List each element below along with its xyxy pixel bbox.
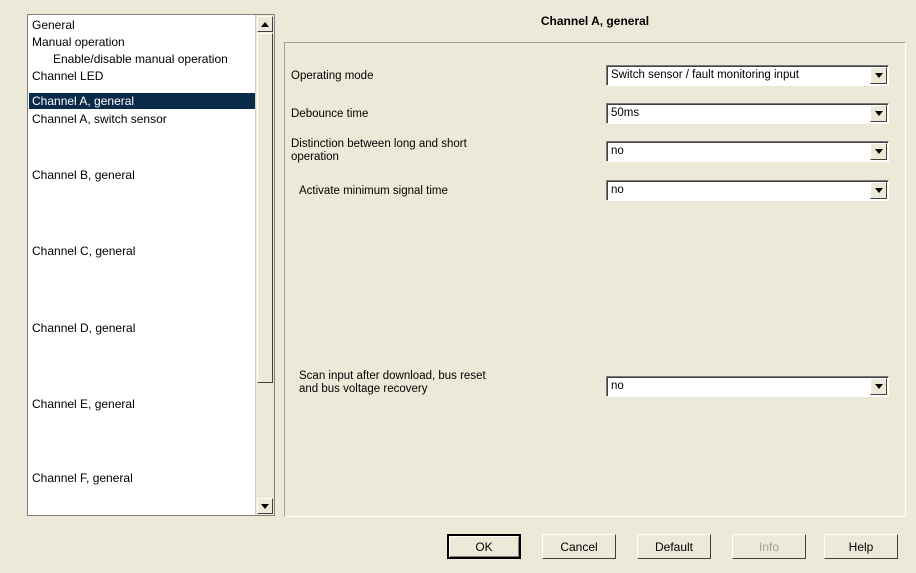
default-button[interactable]: Default (637, 534, 711, 559)
parameter-panel: Operating mode Switch sensor / fault mon… (284, 42, 906, 517)
tree-items: General Manual operation Enable/disable … (28, 15, 256, 515)
tree-item-channel-b-general[interactable]: Channel B, general (29, 167, 256, 183)
scroll-up-button[interactable] (257, 16, 273, 32)
dropdown-button[interactable] (870, 143, 887, 160)
chevron-down-icon (874, 73, 883, 78)
debounce-time-select[interactable]: 50ms (606, 103, 889, 124)
tree-item-channel-c-general[interactable]: Channel C, general (29, 243, 256, 259)
dropdown-button[interactable] (870, 182, 887, 199)
minimum-signal-time-label: Activate minimum signal time (299, 185, 448, 197)
tree-item-enable-disable-manual-operation[interactable]: Enable/disable manual operation (29, 51, 256, 67)
info-button: Info (732, 534, 806, 559)
tree-item-manual-operation[interactable]: Manual operation (29, 34, 256, 50)
debounce-time-value: 50ms (611, 107, 640, 119)
dropdown-button[interactable] (870, 105, 887, 122)
scrollbar-thumb[interactable] (257, 33, 273, 383)
dropdown-button[interactable] (870, 378, 887, 395)
scan-input-value: no (611, 380, 624, 392)
operating-mode-label: Operating mode (291, 70, 374, 82)
debounce-time-label: Debounce time (291, 108, 369, 120)
chevron-down-icon (874, 149, 883, 154)
minimum-signal-time-value: no (611, 184, 624, 196)
distinction-long-short-label: Distinction between long and short opera… (291, 138, 467, 164)
tree-item-channel-f-general[interactable]: Channel F, general (29, 470, 256, 486)
help-button[interactable]: Help (824, 534, 898, 559)
arrow-up-icon (261, 21, 269, 27)
scroll-down-button[interactable] (257, 498, 273, 514)
scan-input-label-line1: Scan input after download, bus reset (299, 370, 486, 382)
distinction-long-short-value: no (611, 145, 624, 157)
chevron-down-icon (874, 111, 883, 116)
dropdown-button[interactable] (870, 67, 887, 84)
operating-mode-select[interactable]: Switch sensor / fault monitoring input (606, 65, 889, 86)
parameter-tree[interactable]: General Manual operation Enable/disable … (27, 14, 275, 516)
distinction-label-line2: operation (291, 151, 339, 163)
tree-item-channel-a-general[interactable]: Channel A, general (29, 93, 256, 109)
panel-title: Channel A, general (540, 14, 650, 28)
tree-item-general[interactable]: General (29, 17, 256, 33)
operating-mode-value: Switch sensor / fault monitoring input (611, 69, 799, 81)
tree-item-channel-e-general[interactable]: Channel E, general (29, 396, 256, 412)
tree-item-channel-d-general[interactable]: Channel D, general (29, 320, 256, 336)
distinction-label-line1: Distinction between long and short (291, 138, 467, 150)
scan-input-select[interactable]: no (606, 376, 889, 397)
minimum-signal-time-select[interactable]: no (606, 180, 889, 201)
distinction-long-short-select[interactable]: no (606, 141, 889, 162)
tree-item-channel-a-switch-sensor[interactable]: Channel A, switch sensor (29, 111, 256, 127)
ok-button[interactable]: OK (447, 534, 521, 559)
scan-input-label-line2: and bus voltage recovery (299, 383, 428, 395)
chevron-down-icon (874, 384, 883, 389)
cancel-button[interactable]: Cancel (542, 534, 616, 559)
scan-input-label: Scan input after download, bus reset and… (299, 370, 486, 396)
arrow-down-icon (261, 503, 269, 509)
tree-scrollbar[interactable] (255, 15, 274, 515)
chevron-down-icon (874, 188, 883, 193)
tree-item-channel-led[interactable]: Channel LED (29, 68, 256, 84)
